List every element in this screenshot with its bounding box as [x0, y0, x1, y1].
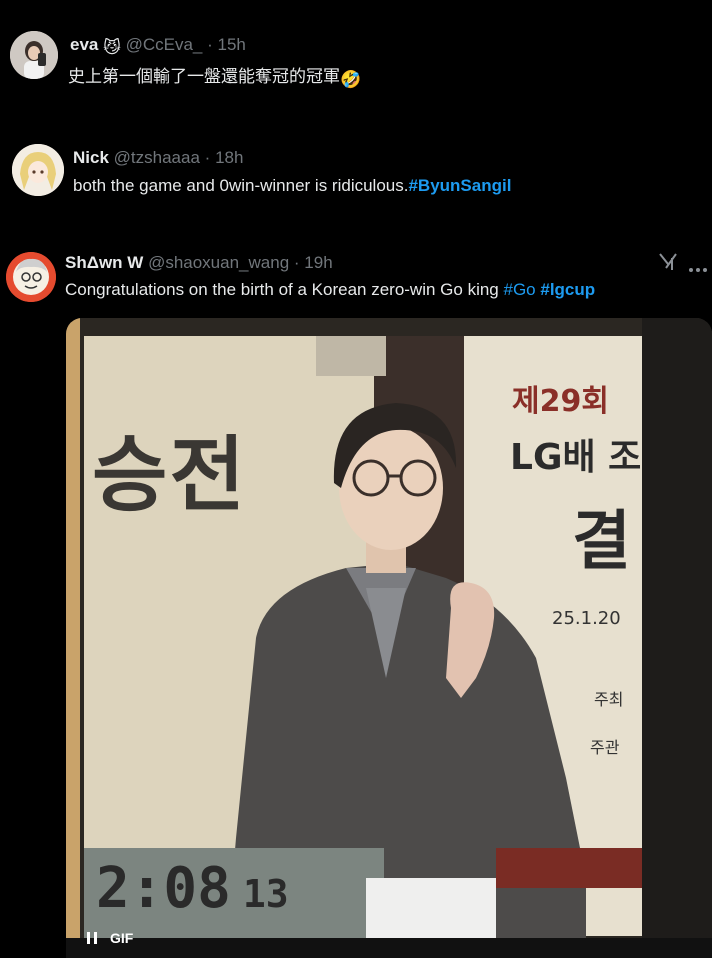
avatar[interactable] — [12, 144, 64, 196]
handle[interactable]: @tzshaaaa — [114, 148, 200, 167]
banner-title-3: 결 — [572, 505, 631, 579]
grok-icon[interactable] — [658, 252, 678, 272]
banner-date: 25.1.20 — [552, 608, 621, 629]
banner-left-text: 승전 — [92, 428, 247, 523]
banner-organizer: 주관 — [590, 738, 620, 757]
tweet-text-content: 史上第一個輸了一盤還能奪冠的冠軍 — [68, 67, 340, 87]
display-name[interactable]: Nick — [73, 148, 109, 167]
more-options-icon[interactable] — [688, 260, 708, 272]
display-name[interactable]: ShΔwn W — [65, 253, 143, 272]
game-clock: 2:08 13 — [96, 856, 289, 921]
gif-controls: GIF — [80, 926, 133, 950]
pause-icon[interactable] — [80, 926, 104, 950]
timestamp[interactable]: 18h — [215, 148, 243, 167]
banner-host: 주최 — [594, 690, 624, 709]
tweet-eva[interactable]: eva 😼 @CcEva_ · 15h 史上第一個輸了一盤還能奪冠的冠軍🤣 — [0, 0, 712, 110]
banner-title-1: 제29회 — [512, 384, 609, 419]
separator: · — [207, 35, 213, 54]
tweet-text: Congratulations on the birth of a Korean… — [65, 280, 595, 300]
hashtag-link[interactable]: #ByunSangil — [408, 176, 511, 195]
tweet-text: both the game and 0win-winner is ridicul… — [73, 176, 511, 196]
gif-badge: GIF — [110, 930, 134, 946]
avatar[interactable] — [10, 31, 58, 79]
laughing-emoji-icon: 🤣 — [340, 70, 362, 90]
avatar[interactable] — [6, 252, 56, 302]
cat-emoji-icon: 😼 — [103, 38, 121, 57]
gif-media[interactable]: 승전 제29회 LG배 조 결 25.1.20 주최 주관 2:08 13 GIF — [66, 318, 712, 958]
banner-title-2: LG배 조 — [510, 437, 642, 478]
tweet-text-content: Congratulations on the birth of a Korean… — [65, 280, 499, 299]
tweet-text: 史上第一個輸了一盤還能奪冠的冠軍🤣 — [68, 62, 361, 90]
hashtag-link-go[interactable]: #Go — [503, 280, 535, 299]
separator: · — [204, 148, 211, 167]
game-clock-seconds: 13 — [242, 872, 289, 916]
handle[interactable]: @shaoxuan_wang — [148, 253, 289, 272]
handle[interactable]: @CcEva_ — [126, 35, 203, 54]
timestamp[interactable]: 19h — [304, 253, 332, 272]
tweet-nick[interactable]: Nick @tzshaaaa · 18h both the game and 0… — [0, 120, 712, 220]
hashtag-link-lgcup[interactable]: #lgcup — [540, 280, 595, 299]
tweet-text-content: both the game and 0win-winner is ridicul… — [73, 176, 409, 195]
separator: · — [293, 253, 300, 272]
display-name[interactable]: eva — [70, 35, 98, 54]
timestamp[interactable]: 15h — [218, 35, 246, 54]
game-clock-main: 2:08 — [96, 856, 231, 921]
